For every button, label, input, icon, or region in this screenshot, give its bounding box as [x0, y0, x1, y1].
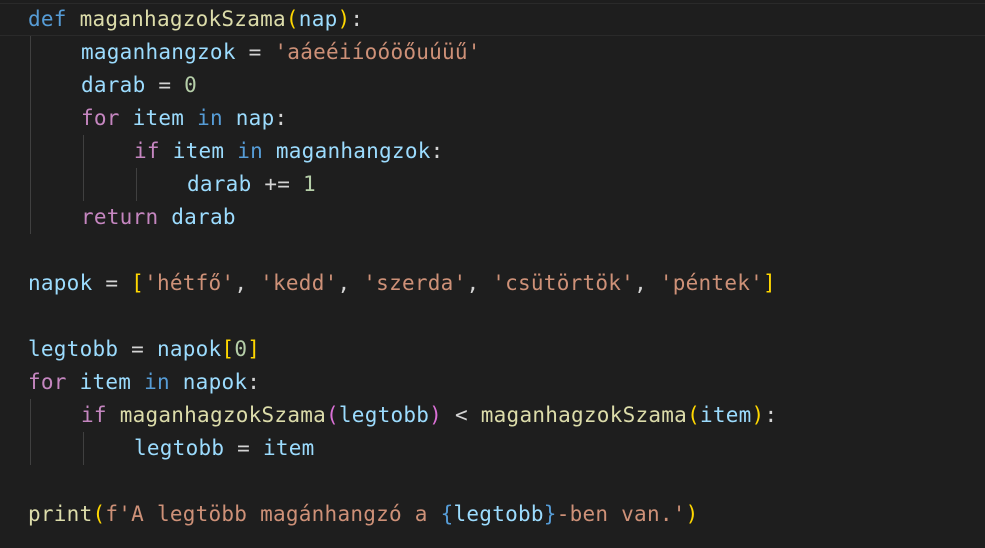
- brace-open: {: [440, 502, 454, 526]
- bracket-close: ]: [763, 271, 776, 295]
- paren-open: (: [92, 502, 106, 526]
- variable: item: [79, 370, 132, 394]
- code-line-3[interactable]: darab = 0: [81, 69, 197, 102]
- param: nap: [298, 7, 338, 31]
- bracket-open: [: [221, 337, 235, 361]
- keyword-def: def: [28, 7, 67, 31]
- argument: item: [699, 403, 752, 427]
- variable: nap: [235, 106, 275, 130]
- fstring-part: -ben van.': [556, 502, 686, 526]
- operator: =: [224, 436, 263, 460]
- variable: item: [262, 436, 315, 460]
- paren-open: (: [687, 403, 700, 427]
- paren-close: ): [429, 403, 443, 427]
- indent-guide: [136, 168, 137, 201]
- code-line-13[interactable]: print(f'A legtöbb magánhangzó a {legtobb…: [28, 498, 699, 531]
- code-line-11[interactable]: if maganhagzokSzama(legtobb) < maganhagz…: [81, 399, 777, 432]
- variable: item: [132, 106, 185, 130]
- keyword-in: in: [237, 139, 263, 163]
- variable: maganhangzok: [275, 139, 431, 163]
- keyword-if: if: [134, 139, 160, 163]
- colon: :: [350, 7, 364, 31]
- operator: =: [145, 73, 185, 97]
- code-line-5[interactable]: if item in maganhangzok:: [134, 135, 444, 168]
- number-literal: 0: [184, 73, 198, 97]
- keyword-in: in: [144, 370, 170, 394]
- code-line-9[interactable]: legtobb = napok[0]: [28, 333, 260, 366]
- string-literal: 'péntek': [659, 271, 764, 295]
- indent-guide: [83, 135, 84, 201]
- function-call: maganhagzokSzama: [119, 403, 326, 427]
- code-line-12[interactable]: legtobb = item: [134, 432, 315, 465]
- operator: =: [92, 271, 132, 295]
- variable: legtobb: [134, 436, 225, 460]
- keyword-for: for: [81, 106, 120, 130]
- code-line-1[interactable]: def maganhagzokSzama(nap):: [28, 3, 363, 36]
- bracket-open: [: [131, 271, 145, 295]
- colon: :: [430, 139, 444, 163]
- operator: =: [118, 337, 157, 361]
- operator: <: [442, 403, 481, 427]
- colon: :: [764, 403, 778, 427]
- string-literal: 'kedd': [260, 271, 338, 295]
- code-line-8[interactable]: napok = ['hétfő', 'kedd', 'szerda', 'csü…: [28, 267, 776, 300]
- keyword-in: in: [197, 106, 223, 130]
- argument: legtobb: [338, 403, 430, 427]
- paren-close: ): [685, 502, 699, 526]
- indent-guide: [30, 36, 31, 234]
- code-line-7[interactable]: return darab: [81, 201, 236, 234]
- code-line-10[interactable]: for item in napok:: [28, 366, 260, 399]
- code-line-6[interactable]: darab += 1: [187, 168, 316, 201]
- paren-open: (: [285, 7, 299, 31]
- variable: darab: [187, 172, 252, 196]
- string-literal: 'hétfő': [144, 271, 235, 295]
- separator: ,: [234, 271, 261, 295]
- paren-close: ): [337, 7, 351, 31]
- code-line-4[interactable]: for item in nap:: [81, 102, 287, 135]
- brace-close: }: [543, 502, 557, 526]
- variable: legtobb: [28, 337, 119, 361]
- colon: :: [274, 106, 288, 130]
- keyword-if: if: [81, 403, 107, 427]
- function-call: maganhagzokSzama: [480, 403, 688, 427]
- fstring-part: f'A legtöbb magánhangzó a: [105, 502, 441, 526]
- code-line-2[interactable]: maganhangzok = 'aáeéiíoóöőuúüű': [81, 36, 481, 69]
- string-literal: 'szerda': [363, 271, 467, 295]
- number-literal: 0: [234, 337, 248, 361]
- function-name: maganhagzokSzama: [79, 7, 286, 31]
- separator: ,: [466, 271, 493, 295]
- string-literal: 'csütörtök': [492, 271, 635, 295]
- variable: napok: [156, 337, 222, 361]
- operator: +=: [251, 172, 304, 196]
- paren-open: (: [326, 403, 339, 427]
- function-call: print: [28, 502, 93, 526]
- colon: :: [247, 370, 261, 394]
- separator: ,: [337, 271, 364, 295]
- number-literal: 1: [303, 172, 316, 196]
- string-literal: 'aáeéiíoóöőuúüű': [274, 40, 481, 64]
- indent-guide: [83, 432, 84, 465]
- code-editor[interactable]: def maganhagzokSzama(nap): maganhangzok …: [0, 0, 985, 548]
- variable: napok: [28, 271, 93, 295]
- variable: darab: [171, 205, 236, 229]
- variable: maganhangzok: [81, 40, 236, 64]
- variable: legtobb: [453, 502, 544, 526]
- variable: darab: [81, 73, 146, 97]
- keyword-for: for: [28, 370, 67, 394]
- indent-guide: [30, 399, 31, 465]
- variable: napok: [182, 370, 248, 394]
- bracket-close: ]: [247, 337, 261, 361]
- variable: item: [172, 139, 225, 163]
- operator: =: [235, 40, 275, 64]
- separator: ,: [634, 271, 660, 295]
- keyword-return: return: [81, 205, 159, 229]
- paren-close: ): [751, 403, 765, 427]
